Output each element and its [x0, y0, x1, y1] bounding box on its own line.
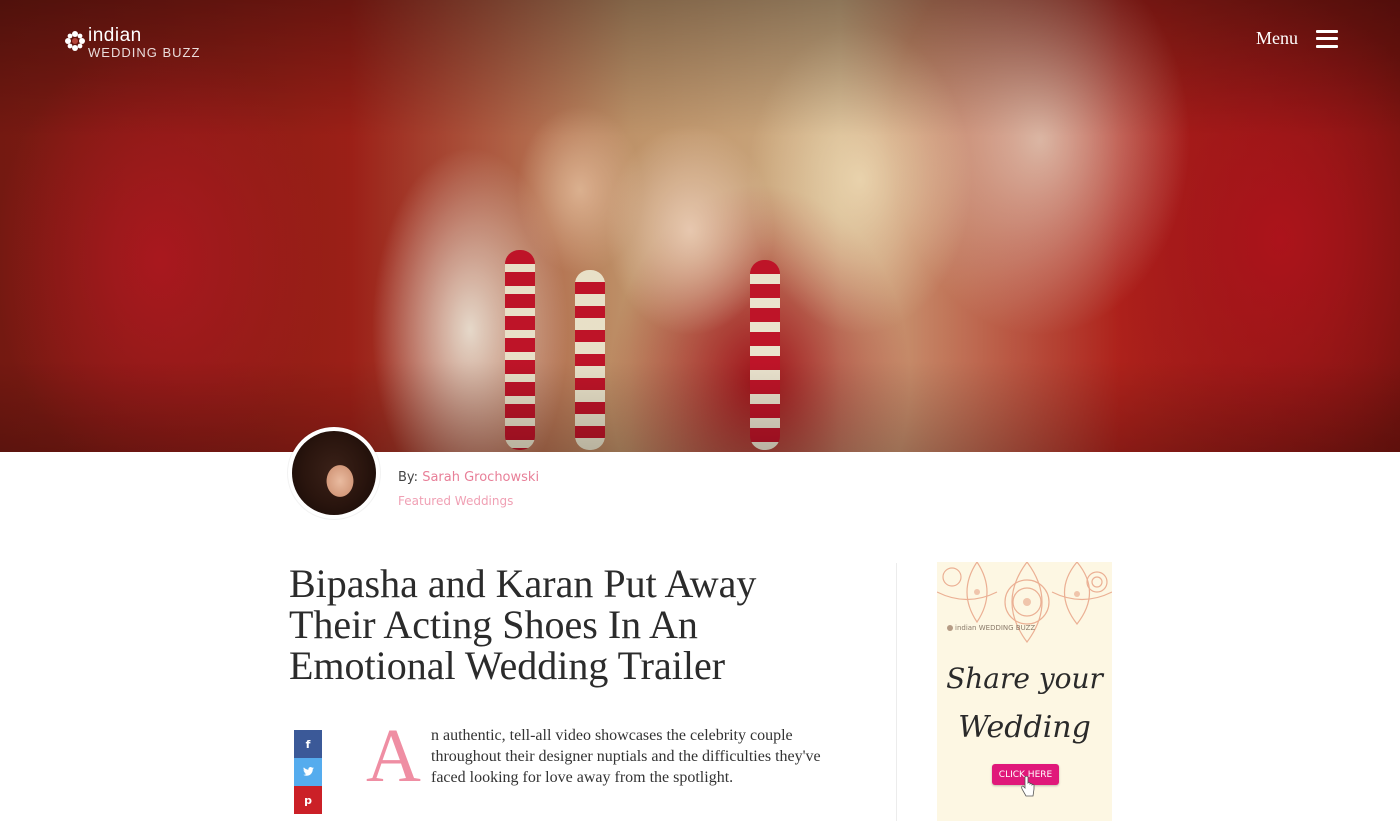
author-avatar[interactable]: [288, 427, 380, 519]
mandala-decoration: [937, 562, 1112, 644]
article-title: Bipasha and Karan Put Away Their Acting …: [289, 561, 757, 688]
twitter-share-button[interactable]: [294, 758, 322, 786]
share-bar: f p: [294, 730, 322, 814]
twitter-icon: [302, 766, 314, 779]
byline: By: Sarah Grochowski: [398, 470, 539, 485]
pinterest-icon: p: [304, 793, 312, 807]
site-logo[interactable]: indian WEDDING BUZZ: [64, 26, 200, 59]
pointer-hand-icon: [1021, 776, 1035, 797]
facebook-share-button[interactable]: f: [294, 730, 322, 758]
facebook-icon: f: [305, 737, 311, 751]
drop-cap: A: [366, 714, 421, 798]
menu-button[interactable]: Menu: [1256, 28, 1338, 49]
flower-icon: [947, 625, 953, 631]
byline-prefix: By:: [398, 470, 423, 485]
ad-logo-line-2: WEDDING BUZZ: [978, 624, 1036, 632]
ad-headline-1: Share your: [946, 662, 1103, 695]
hamburger-icon: [1316, 29, 1338, 48]
flower-icon: [65, 31, 85, 51]
logo-line-2: WEDDING BUZZ: [88, 45, 201, 60]
ad-logo: indian WEDDING BUZZ: [947, 624, 1035, 632]
article-lead: n authentic, tell-all video showcases th…: [431, 727, 821, 786]
ad-headline-2: Wedding: [958, 710, 1091, 745]
author-link[interactable]: Sarah Grochowski: [422, 470, 539, 485]
menu-label: Menu: [1256, 28, 1298, 48]
pinterest-share-button[interactable]: p: [294, 786, 322, 814]
hero-image: indian WEDDING BUZZ Menu: [0, 0, 1400, 452]
column-divider: [896, 563, 897, 821]
category-link[interactable]: Featured Weddings: [398, 494, 513, 508]
share-wedding-ad[interactable]: indian WEDDING BUZZ Share your Wedding C…: [937, 562, 1112, 821]
ad-logo-line-1: indian: [955, 624, 977, 632]
logo-line-1: indian: [88, 25, 142, 46]
hero-overlay: [0, 0, 1400, 452]
author-photo: [292, 431, 376, 515]
